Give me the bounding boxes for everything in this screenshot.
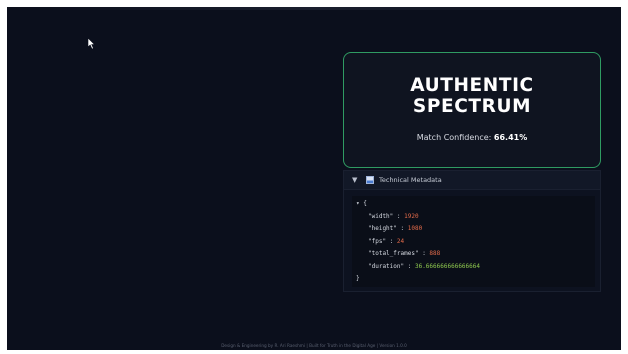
app-window: AUTHENTIC SPECTRUM Match Confidence: 66.… [7,7,621,350]
match-confidence: Match Confidence: 66.41% [344,133,600,142]
json-open-brace: { [363,200,367,207]
json-key: "total_frames" [368,250,419,257]
json-separator: : [404,262,415,270]
json-field-row: "fps" : 24 [356,236,595,249]
json-field-row: "width" : 1920 [356,211,595,224]
json-value: 1920 [404,212,419,220]
verdict-line-2: SPECTRUM [412,96,532,117]
json-field-row: "total_frames" : 888 [356,248,595,261]
footer-credits: Design & Engineering by R. Ari Raeshmi |… [221,343,407,348]
verdict-line-1: AUTHENTIC [410,75,534,96]
json-separator: : [393,212,405,220]
json-separator: : [396,225,408,232]
json-key: "height" [368,225,397,232]
metadata-json-viewer: ▾ { "width" : 1920 "height" : 1080 "fps" :… [352,196,595,287]
json-key: "width" [368,212,394,220]
metadata-expander-header[interactable]: ▼ Technical Metadata [344,171,600,190]
json-value: 24 [396,237,405,245]
json-close-brace: } [356,275,360,282]
chevron-down-icon[interactable]: ▼ [352,176,366,184]
json-field-row: "duration" : 36.666666666666664 [356,261,595,274]
json-open-line[interactable]: ▾ { [356,198,595,211]
bar-chart-icon [366,176,374,184]
json-key: "fps" [368,237,387,245]
json-separator: : [418,250,430,257]
json-value: 1080 [407,225,423,232]
json-key: "duration" [368,262,405,270]
metadata-title: Technical Metadata [379,176,442,184]
top-divider [7,7,621,10]
confidence-label: Match Confidence: [416,133,492,142]
mouse-cursor-icon [87,37,96,50]
result-card: AUTHENTIC SPECTRUM Match Confidence: 66.… [343,52,601,168]
confidence-value: 66.41% [493,133,528,142]
verdict-heading: AUTHENTIC SPECTRUM [344,75,600,117]
json-value: 888 [429,250,441,257]
json-field-row: "height" : 1080 [356,223,595,236]
technical-metadata-expander: ▼ Technical Metadata ▾ { "width" : 1920 "… [343,170,601,292]
json-fields: "width" : 1920 "height" : 1080 "fps" : 24 "… [356,211,595,274]
json-separator: : [386,237,397,245]
json-value: 36.666666666666664 [414,262,480,270]
